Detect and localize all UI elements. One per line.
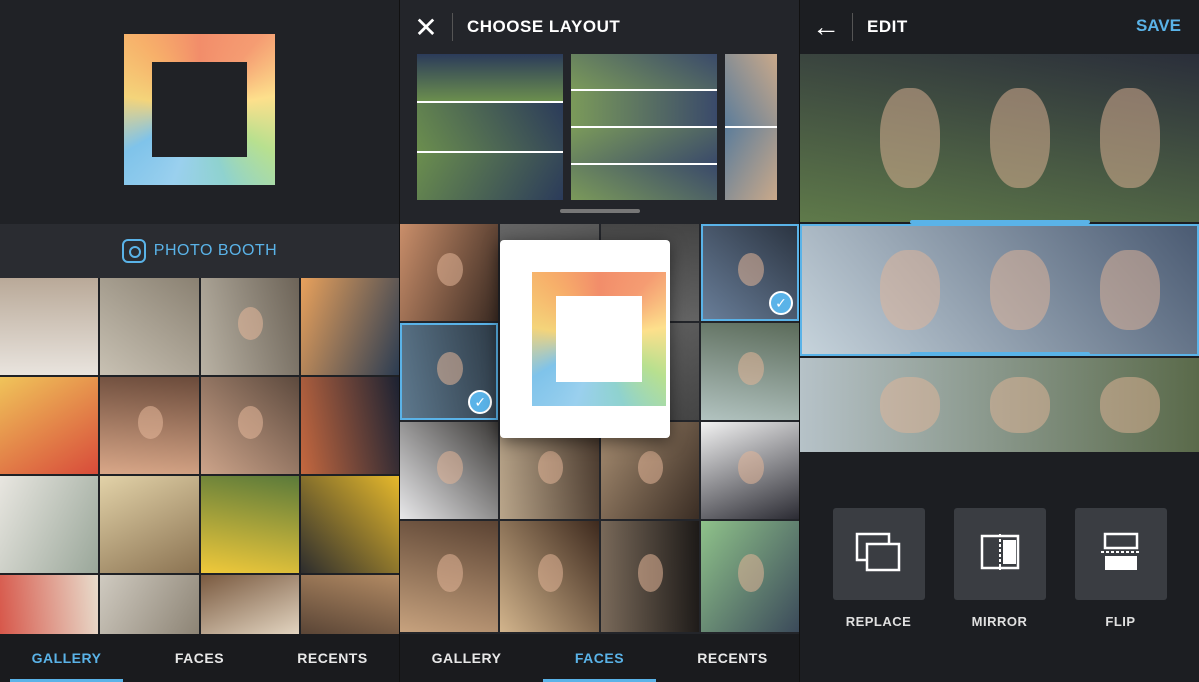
edit-toolbar: REPLACE MIRROR FLIP [800, 508, 1199, 629]
face-photo[interactable] [700, 422, 799, 519]
tab-gallery[interactable]: GALLERY [0, 634, 133, 682]
tool-label: FLIP [1105, 614, 1136, 629]
photo-booth-label: PHOTO BOOTH [153, 242, 278, 259]
camera-icon [121, 239, 146, 263]
check-icon: ✓ [468, 390, 493, 414]
gallery-photo[interactable] [100, 278, 199, 375]
collage-photo[interactable] [800, 54, 1199, 222]
bottom-tab-bar: GALLERY FACES RECENTS [0, 634, 399, 682]
gallery-photo[interactable] [200, 278, 299, 375]
gallery-photo[interactable] [100, 476, 199, 573]
drag-handle[interactable] [560, 209, 640, 213]
face-photo[interactable] [400, 521, 499, 632]
tab-gallery[interactable]: GALLERY [400, 634, 533, 682]
gallery-photo[interactable] [100, 377, 199, 474]
gallery-photo[interactable] [100, 575, 199, 634]
layout-option[interactable] [571, 54, 717, 200]
page-title: CHOOSE LAYOUT [467, 17, 621, 36]
tool-label: REPLACE [845, 614, 912, 629]
flip-icon [1100, 532, 1141, 577]
gallery-photo[interactable] [200, 377, 299, 474]
page-title: EDIT [867, 17, 908, 36]
face-photo[interactable] [400, 224, 499, 321]
tab-recents[interactable]: RECENTS [266, 634, 399, 682]
face-photo[interactable] [400, 422, 499, 519]
replace-tool[interactable]: REPLACE [832, 508, 925, 629]
replace-icon [855, 532, 903, 577]
photo-grid [0, 278, 399, 634]
mirror-button[interactable] [953, 508, 1046, 600]
gallery-panel: PHOTO BOOTH GALLERY FACES RECENTS [0, 0, 399, 682]
face-photo[interactable]: ✓ [700, 224, 799, 321]
bottom-tab-bar: GALLERY FACES RECENTS [400, 634, 799, 682]
gallery-photo[interactable] [200, 476, 299, 573]
resize-handle[interactable] [910, 220, 1090, 224]
face-photo[interactable] [700, 323, 799, 420]
tool-label: MIRROR [971, 614, 1028, 629]
tab-faces[interactable]: FACES [133, 634, 266, 682]
mirror-icon [980, 533, 1020, 575]
header: ✕ CHOOSE LAYOUT [400, 0, 799, 54]
tab-faces[interactable]: FACES [533, 634, 666, 682]
face-photo[interactable] [700, 521, 799, 632]
close-icon[interactable]: ✕ [400, 11, 452, 44]
gallery-photo[interactable] [300, 278, 399, 375]
face-photo[interactable] [600, 521, 699, 632]
resize-handle[interactable] [910, 352, 1090, 356]
collage-preview [800, 54, 1199, 452]
gallery-photo[interactable] [0, 476, 99, 573]
gallery-photo[interactable] [200, 575, 299, 634]
edit-panel: ← EDIT SAVE REPLACE MIRROR FLIP [800, 0, 1199, 682]
layout-logo-icon [532, 272, 666, 406]
layout-logo-card [500, 240, 670, 438]
layout-options [417, 54, 799, 200]
check-icon: ✓ [769, 291, 793, 315]
gallery-photo[interactable] [300, 476, 399, 573]
flip-tool[interactable]: FLIP [1074, 508, 1167, 629]
collage-photo[interactable] [800, 224, 1199, 356]
gallery-photo[interactable] [0, 377, 99, 474]
gallery-photo[interactable] [300, 377, 399, 474]
face-photo[interactable]: ✓ [400, 323, 499, 420]
layout-logo-icon [124, 34, 275, 185]
back-arrow-icon[interactable]: ← [800, 11, 852, 43]
photo-booth-button[interactable]: PHOTO BOOTH [0, 224, 399, 278]
gallery-photo[interactable] [0, 575, 99, 634]
gallery-photo[interactable] [300, 575, 399, 634]
choose-layout-panel: ✕ CHOOSE LAYOUT ✓ ✓ GALLERY FACES RECENTS [400, 0, 799, 682]
mirror-tool[interactable]: MIRROR [953, 508, 1046, 629]
collage-photo[interactable] [800, 358, 1199, 452]
replace-button[interactable] [832, 508, 925, 600]
tab-recents[interactable]: RECENTS [666, 634, 799, 682]
save-button[interactable]: SAVE [1136, 16, 1181, 36]
layout-option[interactable] [417, 54, 563, 200]
layout-option[interactable] [725, 54, 777, 200]
flip-button[interactable] [1074, 508, 1167, 600]
app-logo-area [0, 0, 399, 224]
face-photo[interactable] [500, 521, 599, 632]
gallery-photo[interactable] [0, 278, 99, 375]
